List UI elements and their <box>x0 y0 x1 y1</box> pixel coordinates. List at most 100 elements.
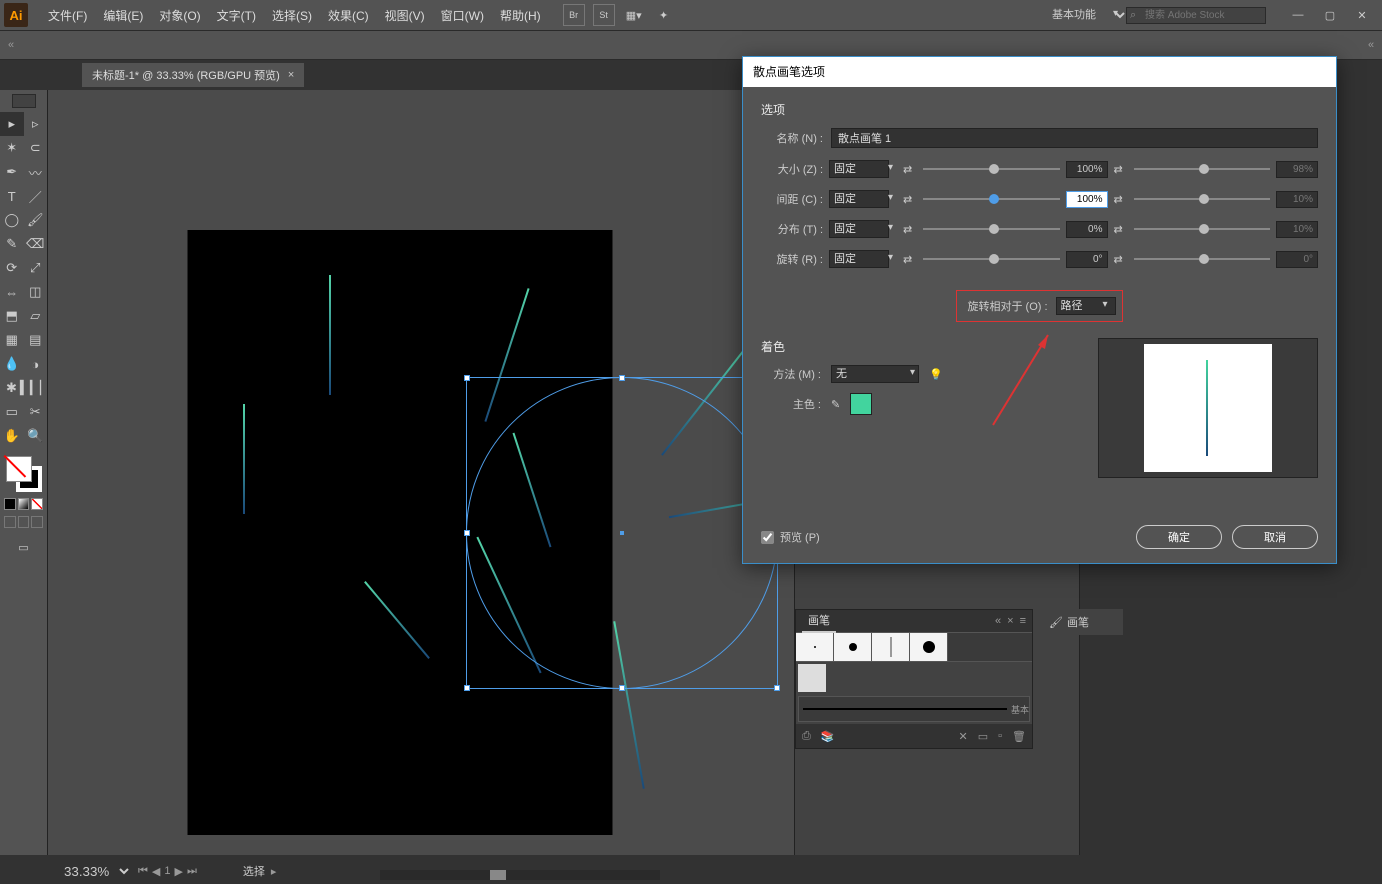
search-stock-input[interactable] <box>1126 7 1266 24</box>
menu-help[interactable]: 帮助(H) <box>492 7 549 24</box>
direct-selection-tool[interactable]: ▹ <box>24 112 48 136</box>
scatter-mode-select[interactable]: 固定 <box>829 220 889 238</box>
mesh-tool[interactable]: ▦ <box>0 328 24 352</box>
scatter-slider-2[interactable] <box>1134 228 1271 230</box>
brush-swatch[interactable] <box>834 633 872 661</box>
pen-tool[interactable]: ✒ <box>0 160 24 184</box>
stock-icon[interactable]: St <box>593 4 615 26</box>
brushes-collapsed-tab[interactable]: 🖌 画笔 <box>1043 609 1123 635</box>
brush-libraries-icon[interactable]: 📚 <box>821 730 835 743</box>
artboard-tool[interactable]: ▭ <box>0 400 24 424</box>
eyedropper-tool[interactable]: 💧 <box>0 352 24 376</box>
new-brush-icon[interactable]: ▫ <box>998 730 1002 742</box>
name-input[interactable] <box>831 128 1318 148</box>
close-tab-icon[interactable]: × <box>288 69 294 81</box>
link-icon[interactable]: ⇄ <box>1114 253 1128 266</box>
scale-tool[interactable]: ⤢ <box>24 256 48 280</box>
link-icon[interactable]: ⇄ <box>903 163 917 176</box>
spacing-slider-2[interactable] <box>1134 198 1271 200</box>
menu-file[interactable]: 文件(F) <box>40 7 95 24</box>
menu-object[interactable]: 对象(O) <box>151 7 208 24</box>
spacing-slider[interactable] <box>923 198 1060 200</box>
horizontal-scrollbar[interactable] <box>380 870 660 880</box>
brush-preview-swatch[interactable] <box>798 664 826 692</box>
zoom-tool[interactable]: 🔍 <box>24 424 48 448</box>
hand-tool[interactable]: ✋ <box>0 424 24 448</box>
ellipse-tool[interactable]: ◯ <box>0 208 24 232</box>
delete-brush-icon[interactable]: 🗑 <box>1012 730 1026 743</box>
free-transform-tool[interactable]: ◫ <box>24 280 48 304</box>
size-mode-select[interactable]: 固定 <box>829 160 889 178</box>
libraries-icon[interactable]: ⎙ <box>802 730 811 743</box>
gpu-icon[interactable]: ✦ <box>653 4 675 26</box>
close-button[interactable]: ✕ <box>1346 5 1378 25</box>
method-select[interactable]: 无 <box>831 365 919 383</box>
menu-window[interactable]: 窗口(W) <box>433 7 492 24</box>
minimize-button[interactable]: — <box>1282 5 1314 25</box>
artboard-navigator[interactable]: ⏮ ◀ 1 ▶ ⏭ <box>138 865 197 878</box>
brushes-tab[interactable]: 画笔 <box>802 609 836 633</box>
scatter-slider[interactable] <box>923 228 1060 230</box>
rotation-slider-2[interactable] <box>1134 258 1271 260</box>
menu-view[interactable]: 视图(V) <box>377 7 433 24</box>
panel-expand-icon[interactable]: « <box>1360 39 1382 51</box>
screen-mode-button[interactable]: ▭ <box>12 538 36 556</box>
brush-swatch[interactable] <box>872 633 910 661</box>
lasso-tool[interactable]: ⊂ <box>24 136 48 160</box>
panel-menu-icon[interactable]: ≡ <box>1020 615 1026 627</box>
size-value-2[interactable]: 98% <box>1276 161 1318 178</box>
shape-builder-tool[interactable]: ⬒ <box>0 304 24 328</box>
link-icon[interactable]: ⇄ <box>1114 193 1128 206</box>
link-icon[interactable]: ⇄ <box>903 193 917 206</box>
size-slider[interactable] <box>923 168 1060 170</box>
workspace-select[interactable]: 基本功能 <box>1040 6 1128 24</box>
rotation-value[interactable]: 0° <box>1066 251 1108 268</box>
eyedropper-icon[interactable]: ✎ <box>831 398 840 411</box>
prev-page-icon[interactable]: ◀ <box>152 865 160 878</box>
type-tool[interactable]: T <box>0 184 24 208</box>
zoom-select[interactable]: 33.33% <box>54 861 132 882</box>
document-tab[interactable]: 未标题-1* @ 33.33% (RGB/GPU 预览) × <box>82 63 304 87</box>
eraser-tool[interactable]: ⌫ <box>24 232 48 256</box>
curvature-tool[interactable]: 〰 <box>24 160 48 184</box>
menu-type[interactable]: 文字(T) <box>209 7 264 24</box>
panel-close-icon[interactable]: × <box>1007 615 1013 627</box>
arrange-docs-icon[interactable]: ▦▾ <box>623 4 645 26</box>
menu-select[interactable]: 选择(S) <box>264 7 320 24</box>
menu-edit[interactable]: 编辑(E) <box>95 7 151 24</box>
key-color-swatch[interactable] <box>850 393 872 415</box>
selection-tool[interactable]: ▸ <box>0 112 24 136</box>
cancel-button[interactable]: 取消 <box>1232 525 1318 549</box>
rotate-tool[interactable]: ⟳ <box>0 256 24 280</box>
brush-options-icon[interactable]: ▭ <box>978 730 988 743</box>
preview-checkbox[interactable]: 预览 (P) <box>761 529 820 545</box>
basic-brush-row[interactable]: 基本 <box>798 696 1030 722</box>
rotation-relative-select[interactable]: 路径 <box>1056 297 1116 315</box>
rotation-mode-select[interactable]: 固定 <box>829 250 889 268</box>
line-tool[interactable]: ／ <box>24 184 48 208</box>
last-page-icon[interactable]: ⏭ <box>187 865 197 878</box>
spacing-value-2[interactable]: 10% <box>1276 191 1318 208</box>
blend-tool[interactable]: ◑ <box>24 352 48 376</box>
tips-icon[interactable]: 💡 <box>929 368 943 381</box>
draw-mode-buttons[interactable] <box>0 512 47 532</box>
width-tool[interactable]: ⇔ <box>0 280 24 304</box>
control-expand-icon[interactable]: « <box>0 39 22 51</box>
menu-effect[interactable]: 效果(C) <box>320 7 377 24</box>
remove-stroke-icon[interactable]: ✕ <box>959 730 968 743</box>
link-icon[interactable]: ⇄ <box>1114 163 1128 176</box>
perspective-tool[interactable]: ▱ <box>24 304 48 328</box>
size-slider-2[interactable] <box>1134 168 1271 170</box>
paintbrush-tool[interactable]: 🖌 <box>24 208 48 232</box>
color-mode-row[interactable] <box>0 496 47 512</box>
scatter-value-2[interactable]: 10% <box>1276 221 1318 238</box>
first-page-icon[interactable]: ⏮ <box>138 865 148 878</box>
next-page-icon[interactable]: ▶ <box>175 865 183 878</box>
brush-swatch[interactable] <box>796 633 834 661</box>
scatter-value[interactable]: 0% <box>1066 221 1108 238</box>
gradient-tool[interactable]: ▤ <box>24 328 48 352</box>
panel-collapse-icon[interactable]: « <box>995 615 1001 627</box>
rotation-value-2[interactable]: 0° <box>1276 251 1318 268</box>
link-icon[interactable]: ⇄ <box>903 253 917 266</box>
brushes-panel[interactable]: 画笔 « × ≡ 基本 ⎙ 📚 ✕ <box>795 609 1033 749</box>
